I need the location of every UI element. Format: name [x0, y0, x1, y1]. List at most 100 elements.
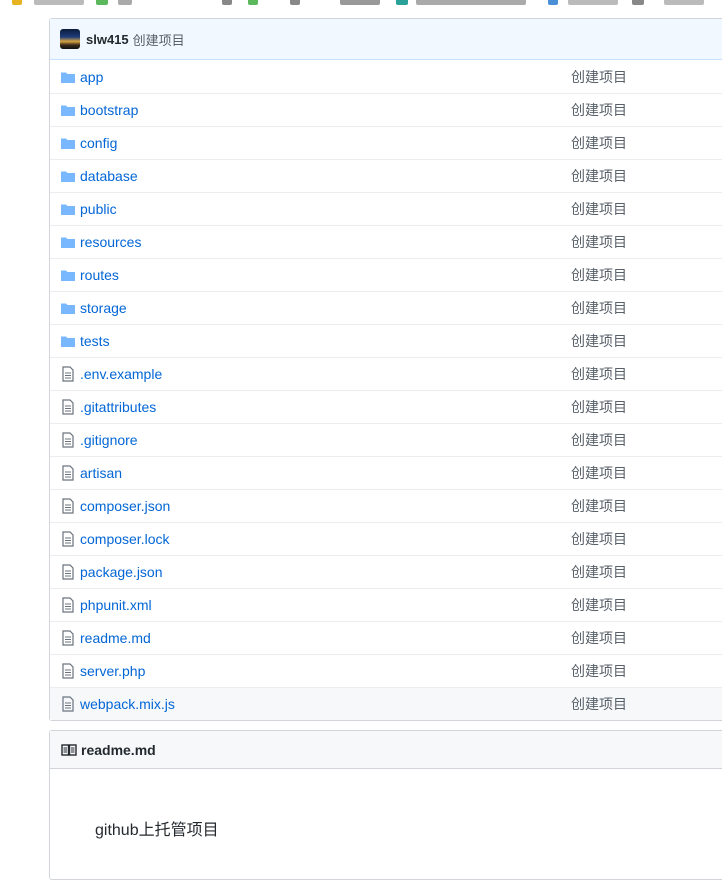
file-name-link[interactable]: webpack.mix.js — [80, 696, 175, 712]
commit-message-link[interactable]: 创建项目 — [571, 397, 627, 417]
file-row[interactable]: .gitattributes 创建项目 — [50, 390, 722, 423]
file-list: app 创建项目 bootstrap 创建项目 config 创建项目 database 创建… — [50, 60, 722, 720]
file-icon — [60, 366, 76, 382]
latest-commit-bar: slw415 创建项目 — [50, 19, 722, 60]
readme-panel: readme.md github上托管项目 — [49, 730, 722, 880]
file-row[interactable]: artisan 创建项目 — [50, 456, 722, 489]
folder-icon — [60, 135, 76, 151]
file-icon — [60, 564, 76, 580]
file-name-link[interactable]: artisan — [80, 465, 122, 481]
commit-message-link[interactable]: 创建项目 — [571, 562, 627, 582]
file-name-link[interactable]: app — [80, 69, 103, 85]
bookmark-item[interactable] — [548, 0, 558, 5]
commit-message-link[interactable]: 创建项目 — [571, 67, 627, 87]
commit-message-link[interactable]: 创建项目 — [571, 133, 627, 153]
file-name-link[interactable]: package.json — [80, 564, 163, 580]
bookmark-item[interactable] — [632, 0, 644, 5]
file-name-link[interactable]: storage — [80, 300, 127, 316]
file-row[interactable]: app 创建项目 — [50, 60, 722, 93]
commit-message-link[interactable]: 创建项目 — [571, 694, 627, 714]
file-name-link[interactable]: phpunit.xml — [80, 597, 152, 613]
file-name-link[interactable]: .env.example — [80, 366, 162, 382]
file-row[interactable]: config 创建项目 — [50, 126, 722, 159]
file-row[interactable]: package.json 创建项目 — [50, 555, 722, 588]
browser-bookmark-bar — [0, 0, 722, 6]
file-name-link[interactable]: tests — [80, 333, 110, 349]
commit-message-link[interactable]: 创建项目 — [571, 628, 627, 648]
commit-message-link[interactable]: 创建项目 — [571, 496, 627, 516]
commit-message-link[interactable]: 创建项目 — [571, 331, 627, 351]
file-row[interactable]: server.php 创建项目 — [50, 654, 722, 687]
bookmark-item[interactable] — [222, 0, 232, 5]
commit-message-link[interactable]: 创建项目 — [571, 364, 627, 384]
commit-message-link[interactable]: 创建项目 — [571, 265, 627, 285]
file-name-link[interactable]: .gitignore — [80, 432, 138, 448]
file-name-link[interactable]: readme.md — [80, 630, 151, 646]
bookmark-item[interactable] — [290, 0, 300, 5]
bookmark-item[interactable] — [118, 0, 132, 5]
file-row[interactable]: routes 创建项目 — [50, 258, 722, 291]
file-name-link[interactable]: .gitattributes — [80, 399, 156, 415]
file-row[interactable]: bootstrap 创建项目 — [50, 93, 722, 126]
folder-icon — [60, 201, 76, 217]
commit-author[interactable]: slw415 — [86, 32, 129, 47]
file-icon — [60, 663, 76, 679]
file-icon — [60, 432, 76, 448]
readme-title: readme.md — [81, 741, 156, 758]
file-row[interactable]: storage 创建项目 — [50, 291, 722, 324]
bookmark-item[interactable] — [664, 0, 704, 5]
file-name-link[interactable]: routes — [80, 267, 119, 283]
file-row[interactable]: .gitignore 创建项目 — [50, 423, 722, 456]
file-name-link[interactable]: resources — [80, 234, 141, 250]
file-row[interactable]: .env.example 创建项目 — [50, 357, 722, 390]
commit-message-link[interactable]: 创建项目 — [571, 529, 627, 549]
file-row[interactable]: phpunit.xml 创建项目 — [50, 588, 722, 621]
file-row[interactable]: composer.lock 创建项目 — [50, 522, 722, 555]
bookmark-item[interactable] — [34, 0, 84, 5]
commit-message-link[interactable]: 创建项目 — [571, 298, 627, 318]
commit-message-link[interactable]: 创建项目 — [571, 166, 627, 186]
file-name-link[interactable]: database — [80, 168, 138, 184]
file-icon — [60, 465, 76, 481]
commit-message-link[interactable]: 创建项目 — [571, 430, 627, 450]
bookmark-item[interactable] — [12, 0, 22, 5]
file-browser: slw415 创建项目 app 创建项目 bootstrap 创建项目 config 创建… — [49, 18, 722, 721]
folder-icon — [60, 234, 76, 250]
file-icon — [60, 399, 76, 415]
folder-icon — [60, 267, 76, 283]
commit-message-link[interactable]: 创建项目 — [571, 199, 627, 219]
file-row[interactable]: database 创建项目 — [50, 159, 722, 192]
file-name-link[interactable]: composer.json — [80, 498, 170, 514]
commit-message-link[interactable]: 创建项目 — [571, 100, 627, 120]
commit-message-link[interactable]: 创建项目 — [571, 595, 627, 615]
folder-icon — [60, 300, 76, 316]
file-icon — [60, 531, 76, 547]
bookmark-item[interactable] — [396, 0, 408, 5]
commit-message-link[interactable]: 创建项目 — [571, 463, 627, 483]
bookmark-item[interactable] — [416, 0, 526, 5]
folder-icon — [60, 168, 76, 184]
book-icon — [61, 743, 77, 757]
file-name-link[interactable]: bootstrap — [80, 102, 138, 118]
file-name-link[interactable]: config — [80, 135, 117, 151]
commit-message-link[interactable]: 创建项目 — [571, 232, 627, 252]
folder-icon — [60, 69, 76, 85]
commit-message-link[interactable]: 创建项目 — [571, 661, 627, 681]
bookmark-item[interactable] — [340, 0, 380, 5]
file-row[interactable]: public 创建项目 — [50, 192, 722, 225]
file-row[interactable]: readme.md 创建项目 — [50, 621, 722, 654]
bookmark-item[interactable] — [248, 0, 258, 5]
file-row[interactable]: resources 创建项目 — [50, 225, 722, 258]
readme-header: readme.md — [50, 731, 722, 769]
file-row[interactable]: composer.json 创建项目 — [50, 489, 722, 522]
file-name-link[interactable]: composer.lock — [80, 531, 169, 547]
commit-message[interactable]: 创建项目 — [133, 30, 185, 49]
bookmark-item[interactable] — [96, 0, 108, 5]
file-name-link[interactable]: public — [80, 201, 117, 217]
file-name-link[interactable]: server.php — [80, 663, 145, 679]
file-row[interactable]: webpack.mix.js 创建项目 — [50, 687, 722, 720]
avatar[interactable] — [60, 29, 80, 49]
file-row[interactable]: tests 创建项目 — [50, 324, 722, 357]
file-icon — [60, 696, 76, 712]
bookmark-item[interactable] — [568, 0, 618, 5]
